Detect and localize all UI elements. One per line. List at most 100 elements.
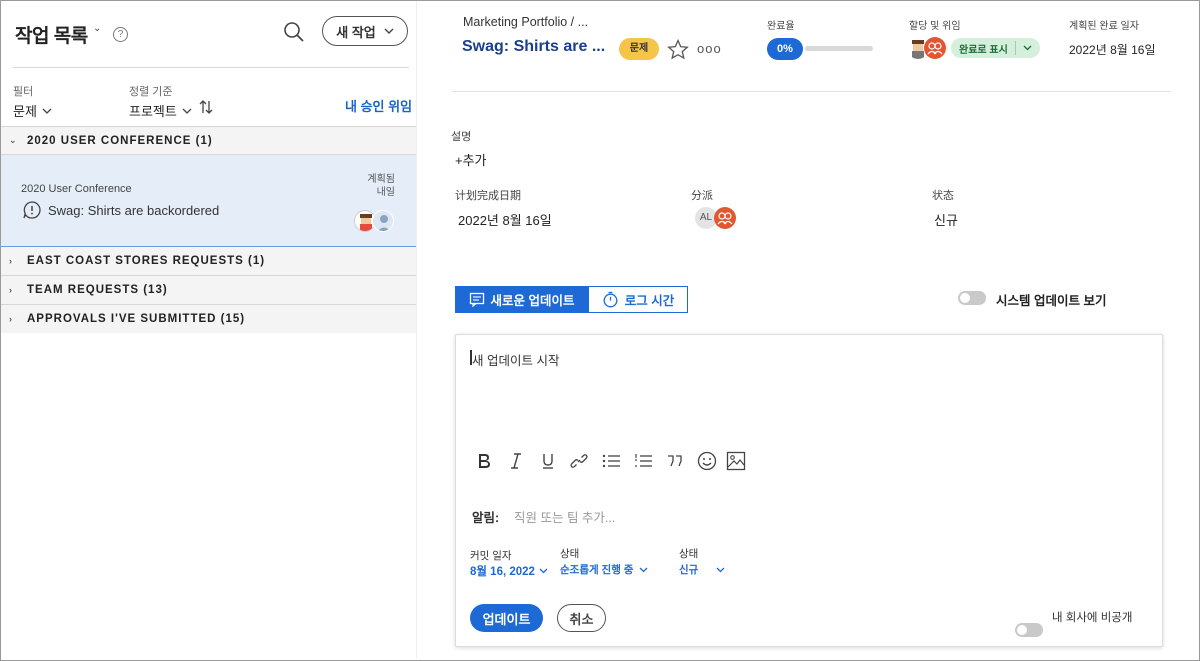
tab-new-update[interactable]: 새로운 업데이트	[455, 286, 588, 313]
status-select-label: 상태	[679, 548, 699, 560]
more-options-icon[interactable]: ooo	[697, 41, 722, 56]
tab-new-update-label: 새로운 업데이트	[490, 294, 575, 308]
assignment-label: 分派	[691, 190, 713, 202]
sort-direction-icon[interactable]	[199, 99, 213, 115]
team-avatar[interactable]	[924, 37, 946, 59]
filter-label: 필터	[13, 86, 34, 98]
quote-icon[interactable]	[664, 450, 686, 472]
chevron-right-icon: ›	[9, 256, 13, 266]
mark-done-button[interactable]: 완료로 표시	[951, 38, 1040, 58]
my-approval-link[interactable]: 내 승인 위임	[345, 96, 412, 115]
new-task-label: 새 작업	[336, 24, 376, 40]
update-input[interactable]: 새 업데이트 시작	[472, 350, 559, 369]
status-value[interactable]: 신규	[934, 210, 958, 229]
tab-log-time[interactable]: 로그 시간	[588, 286, 688, 313]
private-label: 내 회사에 비공개	[1052, 612, 1133, 624]
description-label: 설명	[451, 131, 472, 143]
group-label: 2020 USER CONFERENCE (1)	[27, 134, 213, 147]
system-updates-toggle[interactable]	[958, 291, 986, 305]
avatar	[372, 210, 394, 232]
breadcrumb[interactable]: Marketing Portfolio / ...	[463, 15, 588, 29]
status-select-value: 신규	[679, 564, 699, 576]
filter-value: 문제	[13, 104, 37, 119]
commit-date-select[interactable]: 8월 16, 2022	[470, 563, 548, 579]
team-avatar[interactable]	[714, 207, 736, 229]
group-label: APPROVALS I'VE SUBMITTED (15)	[27, 313, 246, 325]
notify-input[interactable]: 직원 또는 팀 추가...	[514, 507, 615, 526]
numbered-list-icon[interactable]	[632, 450, 654, 472]
emoji-icon[interactable]	[696, 450, 718, 472]
underline-icon[interactable]	[537, 450, 559, 472]
condition-label: 상태	[560, 548, 580, 560]
group-label: EAST COAST STORES REQUESTS (1)	[27, 255, 266, 267]
type-badge[interactable]: 문제	[619, 38, 659, 60]
system-updates-label: 시스템 업데이트 보기	[996, 294, 1107, 308]
filter-select[interactable]: 문제	[13, 101, 52, 120]
commit-date-value: 8월 16, 2022	[470, 566, 535, 578]
chevron-down-icon: ⌄	[9, 135, 18, 145]
panel-divider	[416, 1, 417, 659]
chevron-right-icon: ›	[9, 285, 13, 295]
status-select[interactable]: 신규	[679, 562, 725, 577]
chevron-down-icon	[384, 28, 394, 34]
private-toggle[interactable]	[1015, 623, 1043, 637]
progress-bar	[805, 46, 873, 51]
planned-completion-label: 계획된 완료 일자	[1069, 21, 1139, 32]
cancel-button[interactable]: 취소	[557, 604, 606, 632]
bullet-list-icon[interactable]	[600, 450, 622, 472]
issue-icon	[23, 201, 41, 219]
divider	[1015, 41, 1016, 55]
group-row[interactable]: › APPROVALS I'VE SUBMITTED (15)	[1, 305, 416, 334]
task-name[interactable]: Swag: Shirts are backordered	[48, 203, 219, 218]
sort-select[interactable]: 프로젝트	[129, 101, 192, 120]
update-button[interactable]: 업데이트	[470, 604, 543, 632]
due-line-2: 내일	[376, 187, 395, 198]
chevron-down-icon	[716, 567, 725, 572]
stopwatch-icon	[603, 291, 618, 308]
tab-log-time-label: 로그 시간	[624, 294, 675, 308]
new-task-button[interactable]: 새 작업	[322, 16, 408, 46]
add-description-link[interactable]: +추가	[455, 150, 487, 169]
italic-icon[interactable]	[505, 450, 527, 472]
chevron-down-icon[interactable]: ⌄	[93, 23, 101, 34]
chevron-right-icon: ›	[9, 314, 13, 324]
assign-label: 할당 및 위임	[909, 21, 961, 32]
task-title[interactable]: Swag: Shirts are ...	[462, 38, 605, 56]
sort-value: 프로젝트	[129, 104, 177, 119]
comment-icon	[469, 292, 484, 307]
bold-icon[interactable]	[473, 450, 495, 472]
link-icon[interactable]	[568, 450, 590, 472]
group-label: TEAM REQUESTS (13)	[27, 284, 168, 296]
commit-date-label: 커밋 일자	[470, 550, 512, 562]
help-icon[interactable]: ?	[113, 27, 128, 42]
chevron-down-icon	[182, 108, 192, 114]
group-row[interactable]: › TEAM REQUESTS (13)	[1, 276, 416, 305]
panel-title[interactable]: 작업 목록	[15, 21, 88, 48]
notify-label: 알림:	[472, 511, 500, 525]
task-due: 계획됨 내일	[356, 173, 395, 199]
chevron-down-icon	[640, 567, 648, 572]
condition-value: 순조롭게 진행 중	[560, 564, 634, 576]
planned-completion-value[interactable]: 2022년 8월 16일	[1069, 41, 1156, 58]
condition-select[interactable]: 순조롭게 진행 중	[560, 562, 648, 577]
task-project: 2020 User Conference	[21, 183, 132, 195]
divider	[13, 67, 409, 68]
chevron-down-icon	[42, 108, 52, 114]
planned-value[interactable]: 2022년 8월 16일	[458, 210, 552, 229]
image-icon[interactable]	[725, 450, 747, 472]
task-list-item[interactable]: 2020 User Conference Swag: Shirts are ba…	[1, 155, 416, 247]
update-editor	[455, 334, 1163, 647]
chevron-down-icon	[539, 568, 548, 574]
planned-label: 计划完成日期	[455, 190, 521, 202]
divider	[452, 91, 1171, 92]
completion-value[interactable]: 0%	[767, 38, 803, 60]
group-row[interactable]: › EAST COAST STORES REQUESTS (1)	[1, 247, 416, 276]
star-icon[interactable]	[667, 39, 689, 60]
completion-label: 완료율	[767, 21, 795, 32]
group-row[interactable]: ⌄ 2020 USER CONFERENCE (1)	[1, 126, 416, 155]
search-icon[interactable]	[283, 21, 305, 43]
chevron-down-icon[interactable]	[1023, 45, 1032, 51]
due-line-1: 계획됨	[367, 174, 395, 185]
mark-done-label: 완료로 표시	[959, 44, 1008, 56]
empty-list-area	[1, 333, 416, 659]
